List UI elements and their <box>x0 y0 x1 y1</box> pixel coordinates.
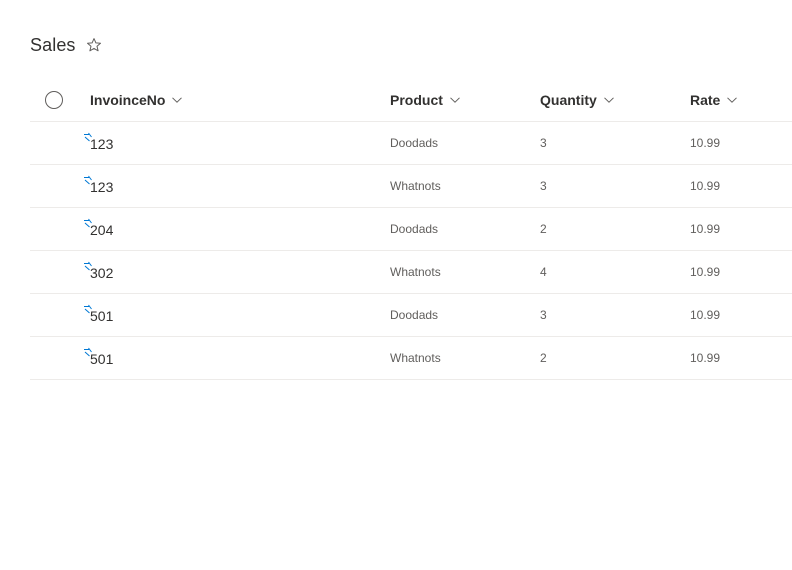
sales-list: InvoinceNo Product Quantity Rate 123 Doo… <box>30 79 792 380</box>
rate-cell: 10.99 <box>690 222 721 236</box>
page-title: Sales <box>30 34 76 55</box>
select-all-checkbox[interactable] <box>45 91 63 109</box>
invoice-cell: 123 <box>90 179 114 195</box>
product-cell: Whatnots <box>390 265 441 279</box>
product-cell: Whatnots <box>390 351 441 365</box>
column-header-label: Product <box>390 92 443 108</box>
product-cell: Doodads <box>390 222 439 236</box>
table-row[interactable]: 501 Whatnots 2 10.99 <box>30 337 792 380</box>
product-cell: Doodads <box>390 308 439 322</box>
rate-cell: 10.99 <box>690 179 721 193</box>
quantity-cell: 4 <box>540 265 547 279</box>
column-header-label: Quantity <box>540 92 597 108</box>
quantity-cell: 2 <box>540 222 547 236</box>
chevron-down-icon <box>726 94 738 106</box>
star-outline-icon[interactable] <box>86 37 102 53</box>
invoice-cell: 501 <box>90 308 114 324</box>
list-header-row: InvoinceNo Product Quantity Rate <box>30 79 792 122</box>
column-header-product[interactable]: Product <box>390 79 461 121</box>
invoice-cell: 204 <box>90 222 114 238</box>
product-cell: Doodads <box>390 136 439 150</box>
chevron-down-icon <box>171 94 183 106</box>
column-header-label: InvoinceNo <box>90 92 166 108</box>
quantity-cell: 3 <box>540 136 547 150</box>
rate-cell: 10.99 <box>690 351 721 365</box>
table-row[interactable]: 501 Doodads 3 10.99 <box>30 294 792 337</box>
table-row[interactable]: 302 Whatnots 4 10.99 <box>30 251 792 294</box>
chevron-down-icon <box>449 94 461 106</box>
invoice-cell: 501 <box>90 351 114 367</box>
column-header-quantity[interactable]: Quantity <box>540 79 615 121</box>
chevron-down-icon <box>603 94 615 106</box>
column-header-invoiceno[interactable]: InvoinceNo <box>90 79 183 121</box>
rate-cell: 10.99 <box>690 265 721 279</box>
page-header: Sales <box>30 33 102 57</box>
product-cell: Whatnots <box>390 179 441 193</box>
table-row[interactable]: 123 Doodads 3 10.99 <box>30 122 792 165</box>
quantity-cell: 3 <box>540 179 547 193</box>
quantity-cell: 3 <box>540 308 547 322</box>
column-header-label: Rate <box>690 92 721 108</box>
table-row[interactable]: 123 Whatnots 3 10.99 <box>30 165 792 208</box>
rate-cell: 10.99 <box>690 308 721 322</box>
column-header-rate[interactable]: Rate <box>690 79 738 121</box>
invoice-cell: 123 <box>90 136 114 152</box>
invoice-cell: 302 <box>90 265 114 281</box>
rate-cell: 10.99 <box>690 136 721 150</box>
table-row[interactable]: 204 Doodads 2 10.99 <box>30 208 792 251</box>
quantity-cell: 2 <box>540 351 547 365</box>
